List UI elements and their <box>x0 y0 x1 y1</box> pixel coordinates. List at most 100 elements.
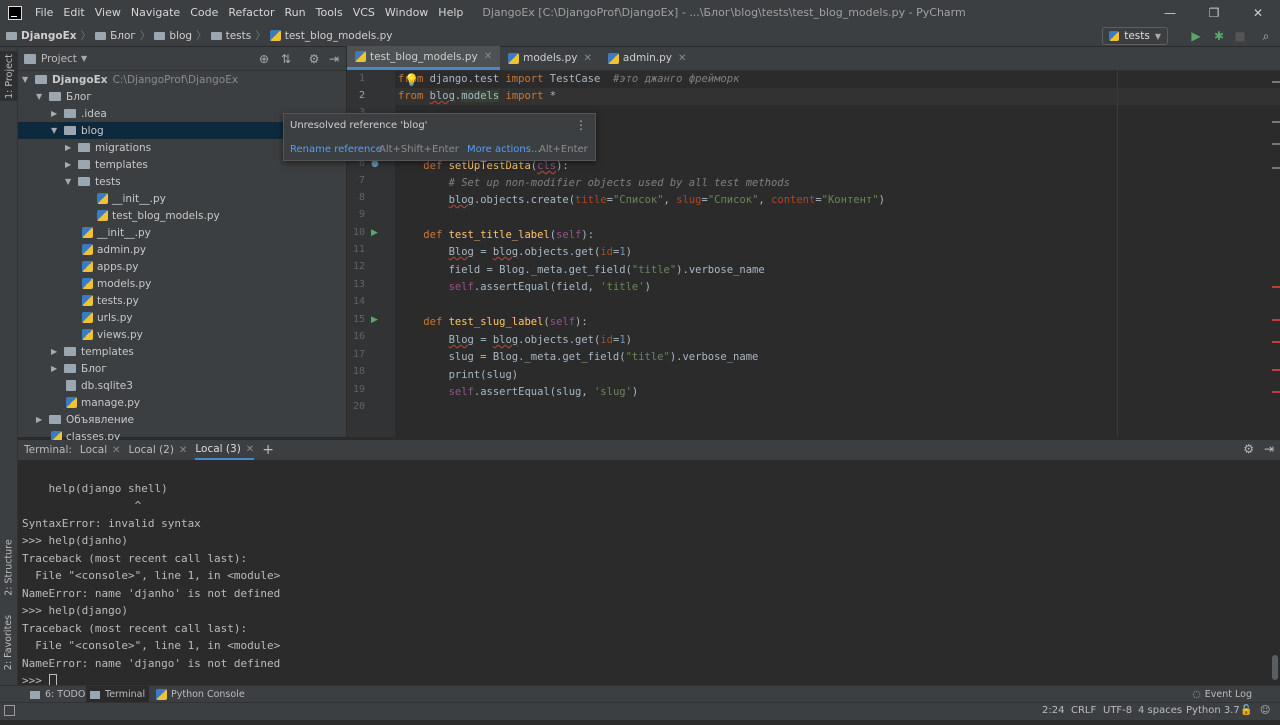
tree-node[interactable]: admin.py <box>82 241 146 258</box>
status-bar: 2:24 CRLF UTF-8 4 spaces Python 3.7 🔓 ☺ <box>0 702 1280 720</box>
close-tab-icon[interactable]: ✕ <box>246 444 254 455</box>
menu-tools[interactable]: Tools <box>311 6 348 19</box>
tree-node[interactable]: ▼ tests <box>65 173 121 190</box>
menu-help[interactable]: Help <box>433 6 468 19</box>
inspector-icon[interactable]: ☺ <box>1260 705 1270 716</box>
tree-node[interactable]: ▶ templates <box>65 156 148 173</box>
tree-node[interactable]: tests.py <box>82 292 139 309</box>
python-interpreter[interactable]: Python 3.7 <box>1186 705 1240 716</box>
debug-icon[interactable]: ✱ <box>1211 28 1227 44</box>
tree-node[interactable]: test_blog_models.py <box>97 207 220 224</box>
locate-icon[interactable]: ⊕ <box>256 51 272 67</box>
menu-vcs[interactable]: VCS <box>348 6 380 19</box>
indent-setting[interactable]: 4 spaces <box>1138 705 1182 716</box>
python-file-icon <box>66 397 77 408</box>
close-icon[interactable]: ✕ <box>1236 0 1280 25</box>
breadcrumb-tests[interactable]: tests 〉 <box>210 28 266 43</box>
run-config-dropdown[interactable]: tests ▼ <box>1102 27 1168 45</box>
breadcrumb-blog[interactable]: blog 〉 <box>154 28 207 43</box>
caret-position[interactable]: 2:24 <box>1042 705 1064 716</box>
project-tool-tab[interactable]: 1: Project <box>0 51 18 101</box>
tree-node[interactable]: urls.py <box>82 309 133 326</box>
layout-toggle-icon[interactable] <box>4 705 15 716</box>
menu-code[interactable]: Code <box>185 6 223 19</box>
more-actions-link[interactable]: More actions... <box>467 144 541 155</box>
todo-tool-button[interactable]: 6: TODO <box>26 686 89 703</box>
tree-node[interactable]: models.py <box>82 275 151 292</box>
close-tab-icon[interactable]: ✕ <box>179 445 187 456</box>
collapse-icon[interactable]: ⇅ <box>278 51 294 67</box>
close-tab-icon[interactable]: ✕ <box>484 51 492 62</box>
tree-node[interactable]: ▶ Блог <box>51 360 107 377</box>
menu-view[interactable]: View <box>90 6 126 19</box>
breadcrumb-blog-ru[interactable]: Блог 〉 <box>95 28 150 43</box>
python-file-icon <box>508 52 520 64</box>
terminal-scrollbar[interactable] <box>1272 655 1278 680</box>
menu-edit[interactable]: Edit <box>58 6 89 19</box>
run-test-icon[interactable]: ▶ <box>371 315 378 325</box>
minimize-icon[interactable]: — <box>1148 0 1192 25</box>
tree-node[interactable]: manage.py <box>66 394 140 411</box>
file-encoding[interactable]: UTF-8 <box>1103 705 1132 716</box>
folder-icon <box>154 31 166 40</box>
structure-tool-tab[interactable]: 2: Structure <box>0 537 18 597</box>
terminal-line: >>> help(django) <box>22 604 128 617</box>
rename-reference-link[interactable]: Rename reference <box>290 144 382 155</box>
tree-node[interactable]: views.py <box>82 326 143 343</box>
navigation-bar: DjangoEx 〉 Блог 〉 blog 〉 tests 〉 test_blog_m… <box>0 25 1280 47</box>
python-console-tool-button[interactable]: Python Console <box>152 686 249 703</box>
tab-admin[interactable]: admin.py ✕ <box>600 46 695 70</box>
hide-icon[interactable]: ⇥ <box>1264 442 1274 456</box>
tree-node[interactable]: __init__.py <box>82 224 151 241</box>
terminal-tool-button[interactable]: Terminal <box>86 686 150 703</box>
breadcrumb-file[interactable]: test_blog_models.py <box>269 30 392 42</box>
tree-node[interactable]: ▶ templates <box>51 343 134 360</box>
gear-icon[interactable]: ⚙ <box>1243 442 1254 456</box>
lock-icon[interactable]: 🔓 <box>1240 705 1252 716</box>
stop-icon[interactable]: ■ <box>1232 28 1248 44</box>
breadcrumb-project[interactable]: DjangoEx 〉 <box>6 28 91 43</box>
terminal-tab-local[interactable]: Local ✕ <box>80 444 121 456</box>
tree-node[interactable]: ▼ Блог <box>36 88 92 105</box>
project-view-dropdown[interactable]: Project <box>41 53 77 65</box>
menu-navigate[interactable]: Navigate <box>126 6 185 19</box>
more-options-icon[interactable]: ⋮ <box>575 118 587 132</box>
new-terminal-icon[interactable]: + <box>262 442 274 458</box>
terminal-tab-local-3[interactable]: Local (3) ✕ <box>195 440 255 460</box>
code-line: def test_slug_label(self): <box>423 316 588 328</box>
close-tab-icon[interactable]: ✕ <box>584 53 592 64</box>
folder-icon <box>78 143 90 152</box>
terminal-panel[interactable]: Terminal: Local ✕ Local (2) ✕ Local (3) ✕ +… <box>18 440 1280 688</box>
gear-icon[interactable]: ⚙ <box>306 51 322 67</box>
code-editor[interactable]: test_blog_models.py ✕ models.py ✕ admin.py… <box>347 46 1280 437</box>
close-tab-icon[interactable]: ✕ <box>678 53 686 64</box>
favorites-tool-tab[interactable]: 2: Favorites <box>0 612 18 672</box>
tree-node[interactable]: ▶ Объявление <box>36 411 134 428</box>
restore-icon[interactable]: ❐ <box>1192 0 1236 25</box>
tree-node[interactable]: ▶ .idea <box>51 105 107 122</box>
menu-run[interactable]: Run <box>280 6 311 19</box>
tree-node[interactable]: ▶ migrations <box>65 139 151 156</box>
search-icon[interactable]: ⌕ <box>1258 28 1274 44</box>
lightbulb-icon[interactable]: 💡 <box>404 73 419 87</box>
event-log-tool-button[interactable]: ◌ Event Log <box>1189 686 1257 703</box>
code-line: self.assertEqual(field, 'title') <box>448 281 651 293</box>
tree-node[interactable]: __init__.py <box>97 190 166 207</box>
tree-node[interactable]: ▼ DjangoEx C:\DjangoProf\DjangoEx <box>22 71 238 88</box>
event-log-icon: ◌ <box>1192 689 1201 700</box>
menu-refactor[interactable]: Refactor <box>223 6 279 19</box>
close-tab-icon[interactable]: ✕ <box>112 445 120 456</box>
error-stripe[interactable] <box>1270 71 1280 437</box>
tree-node[interactable]: apps.py <box>82 258 138 275</box>
terminal-tab-local-2[interactable]: Local (2) ✕ <box>129 444 188 456</box>
menu-file[interactable]: File <box>30 6 58 19</box>
tab-models[interactable]: models.py ✕ <box>500 46 600 70</box>
line-separator[interactable]: CRLF <box>1071 705 1096 716</box>
menu-window[interactable]: Window <box>380 6 433 19</box>
tree-node[interactable]: db.sqlite3 <box>66 377 133 394</box>
tab-test-blog-models[interactable]: test_blog_models.py ✕ <box>347 46 501 70</box>
chevron-down-icon: ▼ <box>80 54 88 63</box>
run-icon[interactable]: ▶ <box>1188 28 1204 44</box>
run-test-icon[interactable]: ▶ <box>371 228 378 238</box>
hide-icon[interactable]: ⇥ <box>326 51 342 67</box>
